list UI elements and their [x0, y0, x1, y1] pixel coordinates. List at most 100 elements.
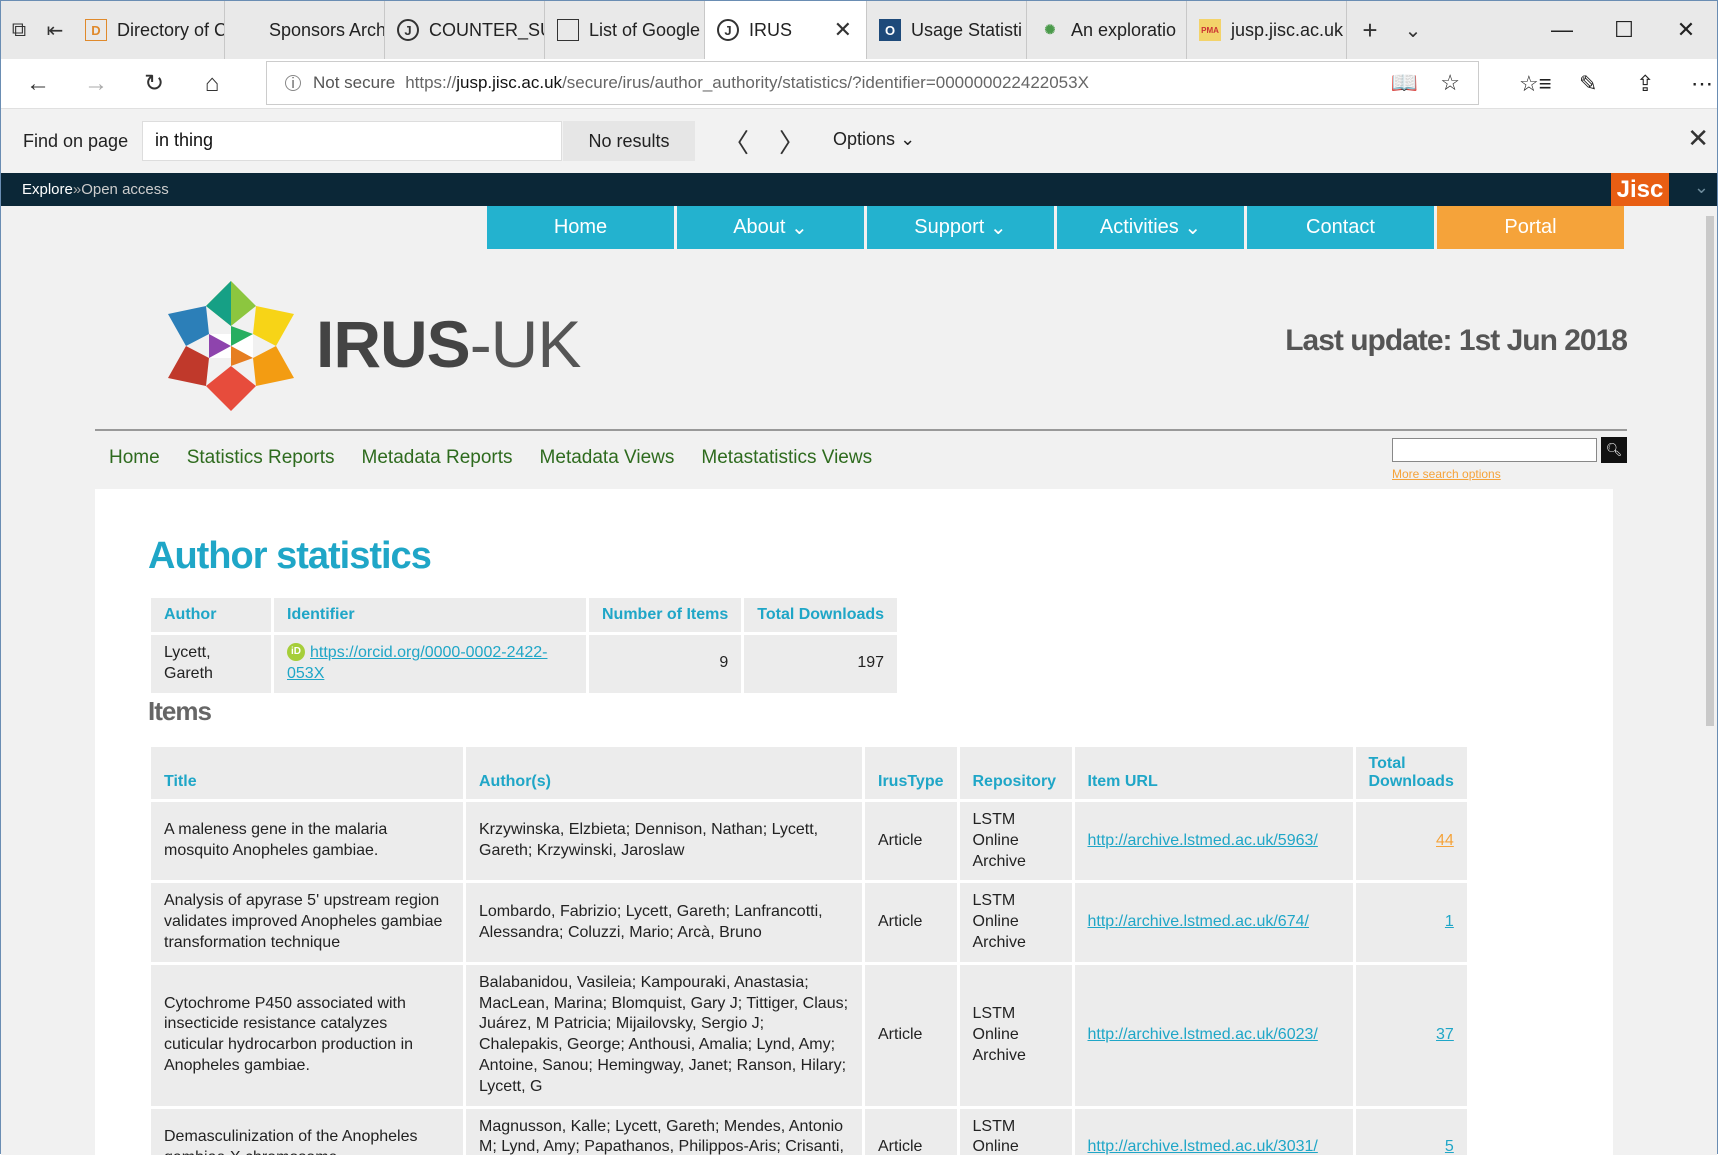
find-label: Find on page [23, 130, 129, 151]
tab-list-chevron-icon[interactable]: ⌄ [1393, 1, 1433, 59]
item-url-link[interactable]: http://archive.lstmed.ac.uk/5963/ [1088, 832, 1318, 849]
tab-irus[interactable]: J IRUS ✕ [705, 1, 867, 59]
items-count-cell: 9 [589, 635, 742, 693]
downloads-link[interactable]: 44 [1436, 832, 1454, 849]
irus-logo-icon[interactable] [161, 276, 301, 416]
find-options-button[interactable]: Options ⌄ [833, 129, 915, 150]
info-icon[interactable]: i [285, 75, 301, 92]
orcid-icon: iD [287, 643, 305, 661]
search-input[interactable] [1392, 438, 1597, 462]
downloads-link[interactable]: 5 [1445, 1138, 1454, 1155]
subnav-metastatistics-views[interactable]: Metastatistics Views [701, 447, 872, 469]
last-update: Last update: 1st Jun 2018 [1285, 324, 1628, 357]
page-scrollbar[interactable] [1703, 206, 1717, 1155]
nav-support-label: Support [914, 216, 985, 238]
set-aside-tabs-icon[interactable]: ⇤ [37, 1, 73, 59]
th-item-url[interactable]: Item URL [1074, 747, 1353, 799]
explore-link[interactable]: Explore [22, 181, 73, 198]
pen-icon[interactable]: ✎ [1579, 59, 1597, 109]
jisc-bar: Explore » Open access Jisc ⌄ [1, 173, 1717, 206]
refresh-icon[interactable]: ↻ [125, 59, 183, 109]
item-url-link[interactable]: http://archive.lstmed.ac.uk/6023/ [1088, 1026, 1318, 1043]
th-number-of-items[interactable]: Number of Items [589, 598, 742, 632]
page-title: Author statistics [148, 535, 432, 577]
url-scheme: https:// [405, 73, 457, 92]
tab-label: Usage Statisti [911, 19, 1023, 40]
page-icon [557, 19, 579, 41]
tab-sponsors[interactable]: Sponsors Arch [225, 1, 385, 59]
more-search-options-link[interactable]: More search options [1392, 467, 1501, 481]
forward-icon[interactable]: → [67, 59, 125, 109]
new-tab-icon[interactable]: + [1347, 1, 1393, 59]
close-window-icon[interactable]: ✕ [1655, 1, 1717, 59]
close-tab-icon[interactable]: ✕ [834, 17, 852, 43]
th-authors[interactable]: Author(s) [466, 747, 862, 799]
title-cell: Demasculinization of the Anopheles gambi… [151, 1108, 463, 1155]
type-cell: Article [865, 802, 957, 881]
tab-label: Sponsors Arch [269, 19, 385, 40]
tab-list-google[interactable]: List of Google [545, 1, 705, 59]
downloads-link[interactable]: 37 [1436, 1026, 1454, 1043]
tab-counter[interactable]: J COUNTER_SU [385, 1, 545, 59]
more-icon[interactable]: ⋯ [1691, 59, 1713, 109]
maximize-icon[interactable]: ☐ [1593, 1, 1655, 59]
th-total-downloads[interactable]: Total Downloads [1355, 747, 1467, 799]
find-bar: Find on page in thing No results 〈 〉 Opt… [1, 109, 1717, 173]
subnav-home[interactable]: Home [109, 447, 160, 469]
subnav-metadata-reports[interactable]: Metadata Reports [362, 447, 513, 469]
subnav-metadata-views[interactable]: Metadata Views [540, 447, 675, 469]
nav-home[interactable]: Home [487, 206, 674, 249]
favorite-star-icon[interactable]: ☆ [1440, 70, 1460, 96]
not-secure-label: Not secure [313, 73, 396, 92]
back-icon[interactable]: ← [9, 59, 67, 109]
find-prev-icon[interactable]: 〈 [723, 123, 749, 160]
tab-jusp[interactable]: PMA jusp.jisc.ac.uk [1187, 1, 1347, 59]
open-access-link[interactable]: Open access [81, 181, 169, 198]
nav-about[interactable]: About ⌄ [677, 206, 864, 249]
table-row: Analysis of apyrase 5' upstream region v… [151, 883, 1467, 962]
item-url-link[interactable]: http://archive.lstmed.ac.uk/3031/ [1088, 1138, 1318, 1155]
tab-favicon-icon: D [85, 19, 107, 41]
find-next-icon[interactable]: 〉 [779, 123, 805, 160]
minimize-icon[interactable]: — [1531, 1, 1593, 59]
th-identifier[interactable]: Identifier [274, 598, 586, 632]
scrollbar-thumb[interactable] [1706, 216, 1714, 726]
item-url-link[interactable]: http://archive.lstmed.ac.uk/674/ [1088, 913, 1309, 930]
tab-manager-icon[interactable]: ⧉ [1, 1, 37, 59]
th-repository[interactable]: Repository [959, 747, 1072, 799]
nav-support[interactable]: Support ⌄ [867, 206, 1054, 249]
home-icon[interactable]: ⌂ [183, 59, 241, 109]
tab-usage[interactable]: O Usage Statisti [867, 1, 1027, 59]
jisc-logo[interactable]: Jisc [1611, 173, 1669, 206]
th-irustype[interactable]: IrusType [865, 747, 957, 799]
table-row: Lycett, Gareth iD https://orcid.org/0000-… [151, 635, 898, 693]
tab-label: List of Google [589, 19, 701, 40]
items-table: Title Author(s) IrusType Repository Item… [148, 744, 1470, 1155]
type-cell: Article [865, 1108, 957, 1155]
table-header-row: Author Identifier Number of Items Total … [151, 598, 898, 632]
repo-cell: LSTM Online Archive [959, 964, 1072, 1106]
find-input[interactable]: in thing [142, 121, 562, 161]
th-title[interactable]: Title [151, 747, 463, 799]
th-total-downloads[interactable]: Total Downloads [744, 598, 898, 632]
nav-contact[interactable]: Contact [1247, 206, 1434, 249]
reading-view-icon[interactable]: 📖 [1391, 70, 1418, 96]
authors-cell: Magnusson, Kalle; Lycett, Gareth; Mendes… [466, 1108, 862, 1155]
search-icon[interactable]: 🔍︎ [1601, 437, 1627, 463]
favorites-icon[interactable]: ☆≡ [1519, 59, 1552, 109]
downloads-link[interactable]: 1 [1445, 913, 1454, 930]
th-author[interactable]: Author [151, 598, 271, 632]
downloads-cell: 44 [1355, 802, 1467, 881]
sub-nav: Home Statistics Reports Metadata Reports… [95, 429, 1627, 489]
subnav-statistics-reports[interactable]: Statistics Reports [187, 447, 335, 469]
nav-portal[interactable]: Portal [1437, 206, 1624, 249]
address-bar[interactable]: i Not secure https://jusp.jisc.ac.uk/sec… [266, 61, 1479, 105]
chevron-down-icon[interactable]: ⌄ [1694, 177, 1709, 198]
orcid-link[interactable]: https://orcid.org/0000-0002-2422-053X [287, 644, 547, 682]
tab-exploration[interactable]: ✺ An exploratio [1027, 1, 1187, 59]
tab-directory[interactable]: D Directory of C [73, 1, 225, 59]
tab-favicon-icon: J [397, 19, 419, 41]
nav-activities[interactable]: Activities ⌄ [1057, 206, 1244, 249]
share-icon[interactable]: ⇪ [1636, 59, 1654, 109]
find-close-icon[interactable]: ✕ [1687, 123, 1709, 154]
